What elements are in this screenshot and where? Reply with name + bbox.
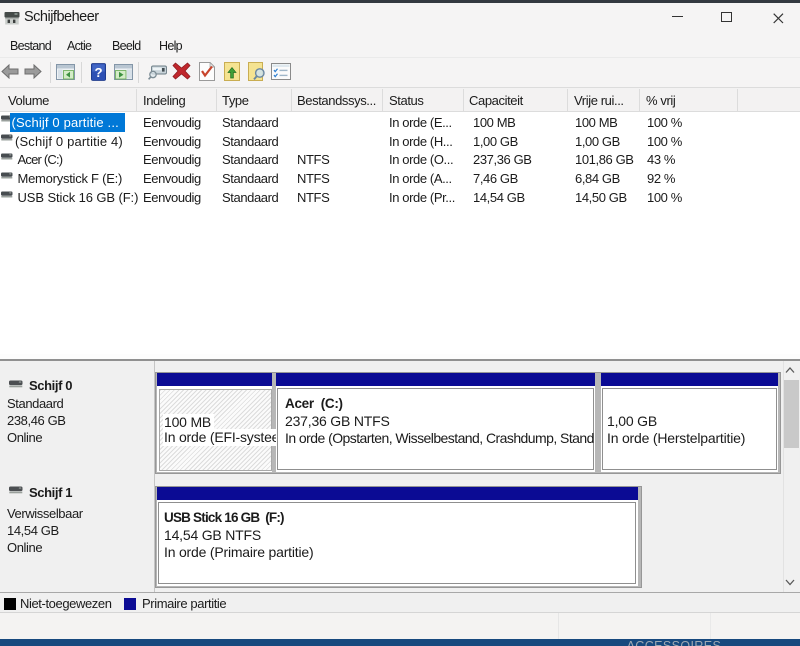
svg-text:?: ? [94,65,102,80]
